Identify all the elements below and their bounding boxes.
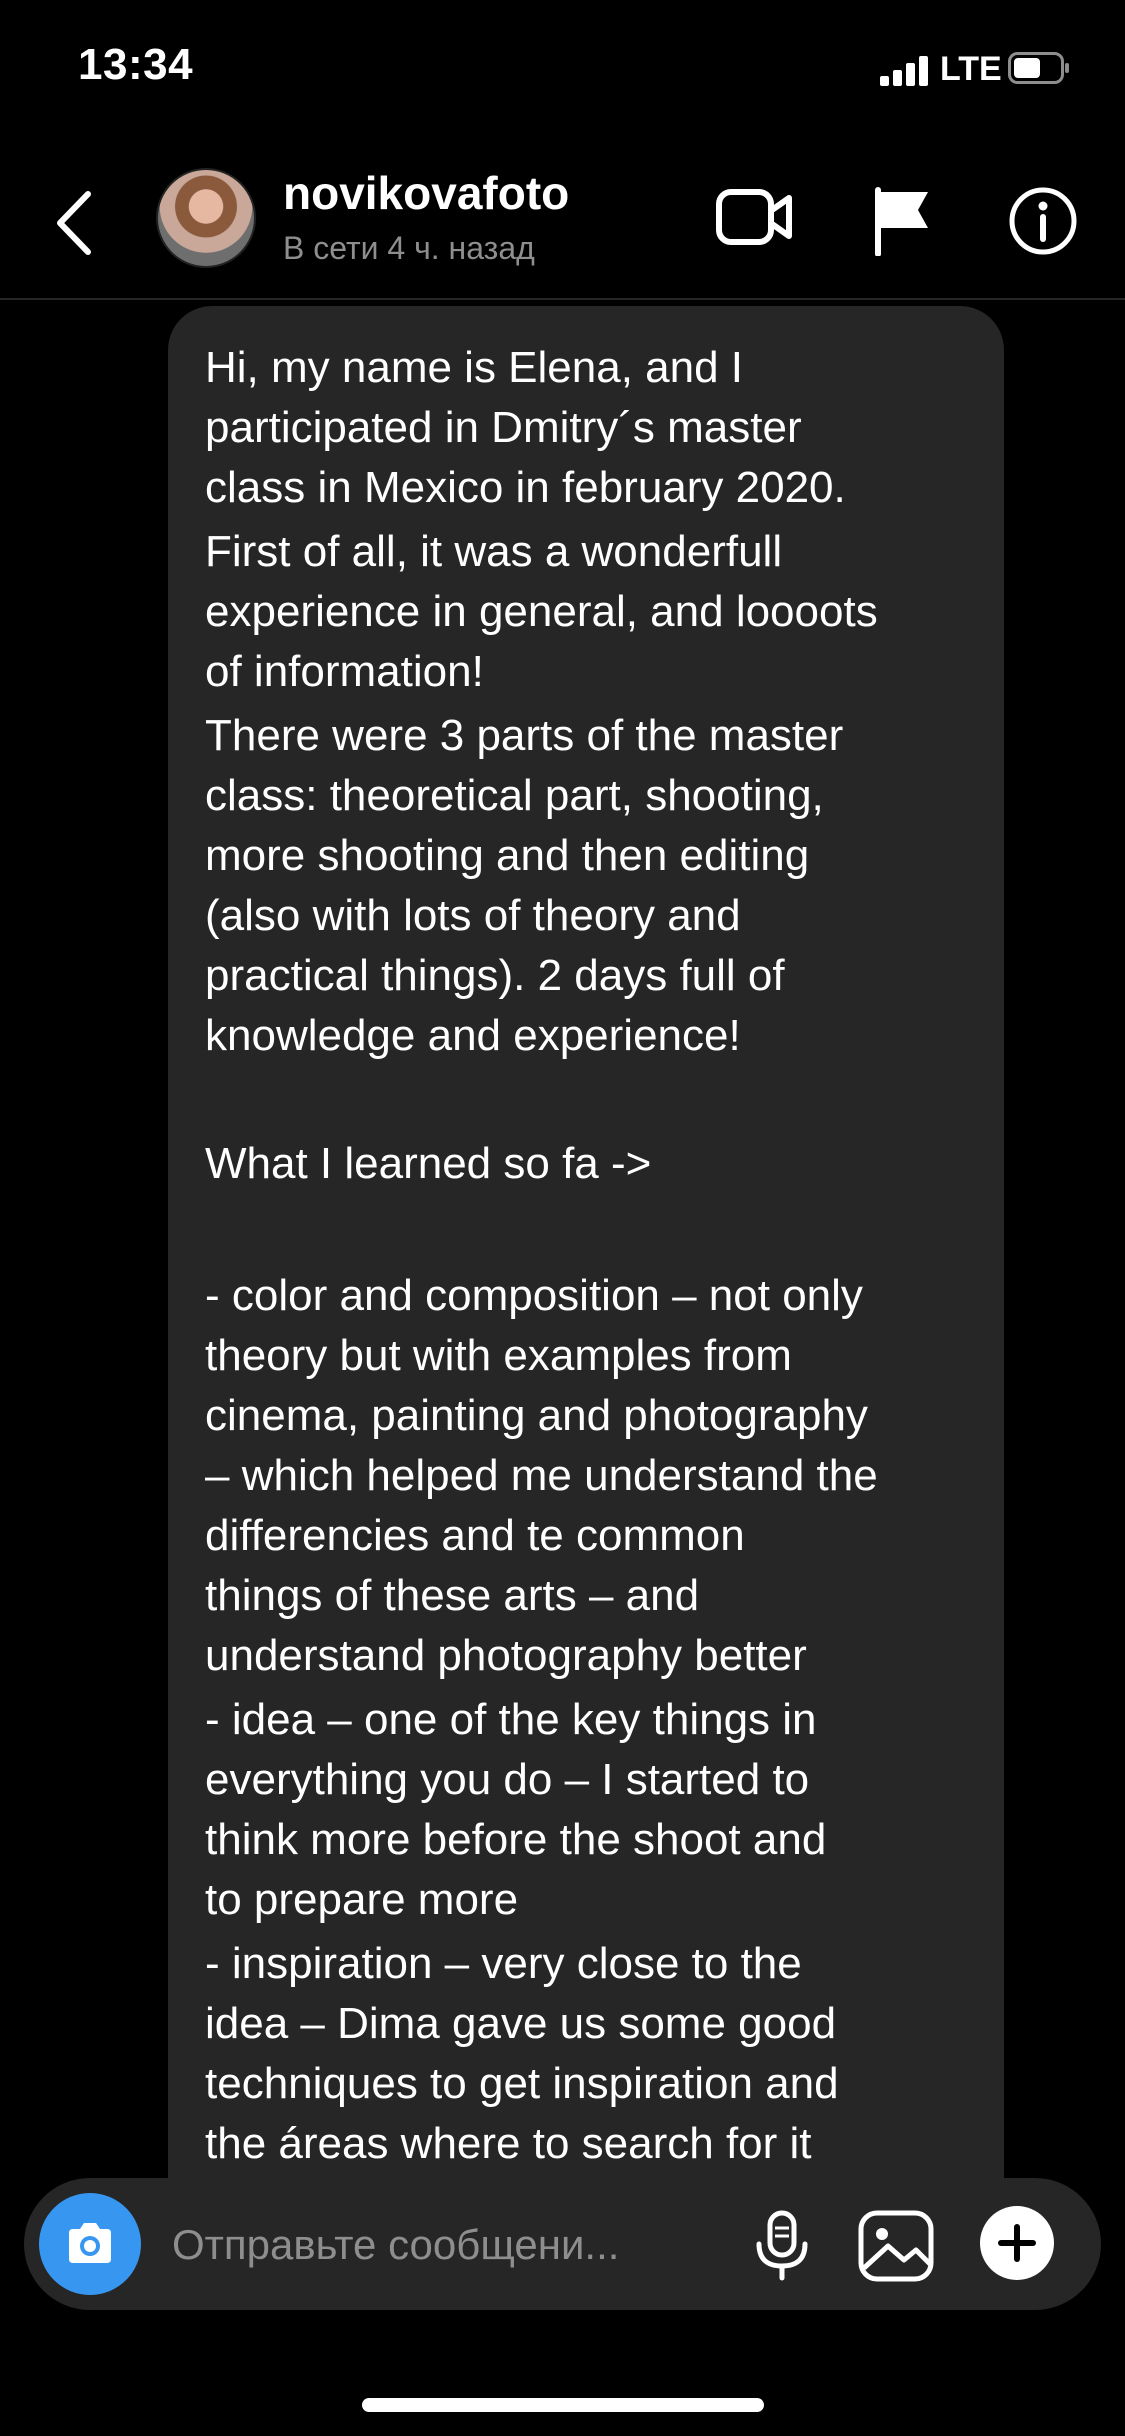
message-composer bbox=[24, 2178, 1101, 2310]
gallery-icon[interactable] bbox=[858, 2210, 934, 2282]
flag-icon[interactable] bbox=[872, 186, 932, 256]
status-time: 13:34 bbox=[78, 40, 194, 89]
message-paragraph: First of all, it was a wonderfull experi… bbox=[205, 527, 878, 696]
video-call-icon[interactable] bbox=[716, 186, 792, 248]
battery-icon bbox=[1008, 52, 1069, 84]
chat-header: novikovafoto В сети 4 ч. назад bbox=[0, 150, 1125, 300]
message-paragraph: - color and composition – not only theor… bbox=[205, 1271, 878, 1680]
camera-icon bbox=[69, 2223, 111, 2263]
message-paragraph: What I learned so fa -> bbox=[205, 1139, 652, 1188]
message-paragraph: - inspiration – very close to the idea –… bbox=[205, 1939, 839, 2168]
message-paragraph: - idea – one of the key things in everyt… bbox=[205, 1695, 827, 1924]
info-icon[interactable] bbox=[1008, 186, 1078, 256]
microphone-icon[interactable] bbox=[752, 2210, 812, 2282]
camera-button[interactable] bbox=[39, 2193, 141, 2295]
status-bar: 13:34 LTE bbox=[0, 0, 1125, 140]
presence-status: В сети 4 ч. назад bbox=[283, 230, 535, 266]
add-button[interactable] bbox=[980, 2206, 1054, 2280]
message-bubble[interactable]: Hi, my name is Elena, and I participated… bbox=[168, 306, 1004, 2206]
chat-username[interactable]: novikovafoto bbox=[283, 166, 569, 220]
plus-icon bbox=[998, 2224, 1036, 2262]
signal-icon bbox=[880, 56, 928, 86]
home-indicator[interactable] bbox=[362, 2398, 764, 2412]
message-paragraph: There were 3 parts of the master class: … bbox=[205, 711, 844, 1060]
back-chevron-icon[interactable] bbox=[50, 188, 100, 258]
message-input[interactable] bbox=[170, 2212, 734, 2278]
message-paragraph: Hi, my name is Elena, and I participated… bbox=[205, 343, 846, 512]
network-label: LTE bbox=[940, 50, 1002, 88]
avatar[interactable] bbox=[156, 168, 256, 268]
